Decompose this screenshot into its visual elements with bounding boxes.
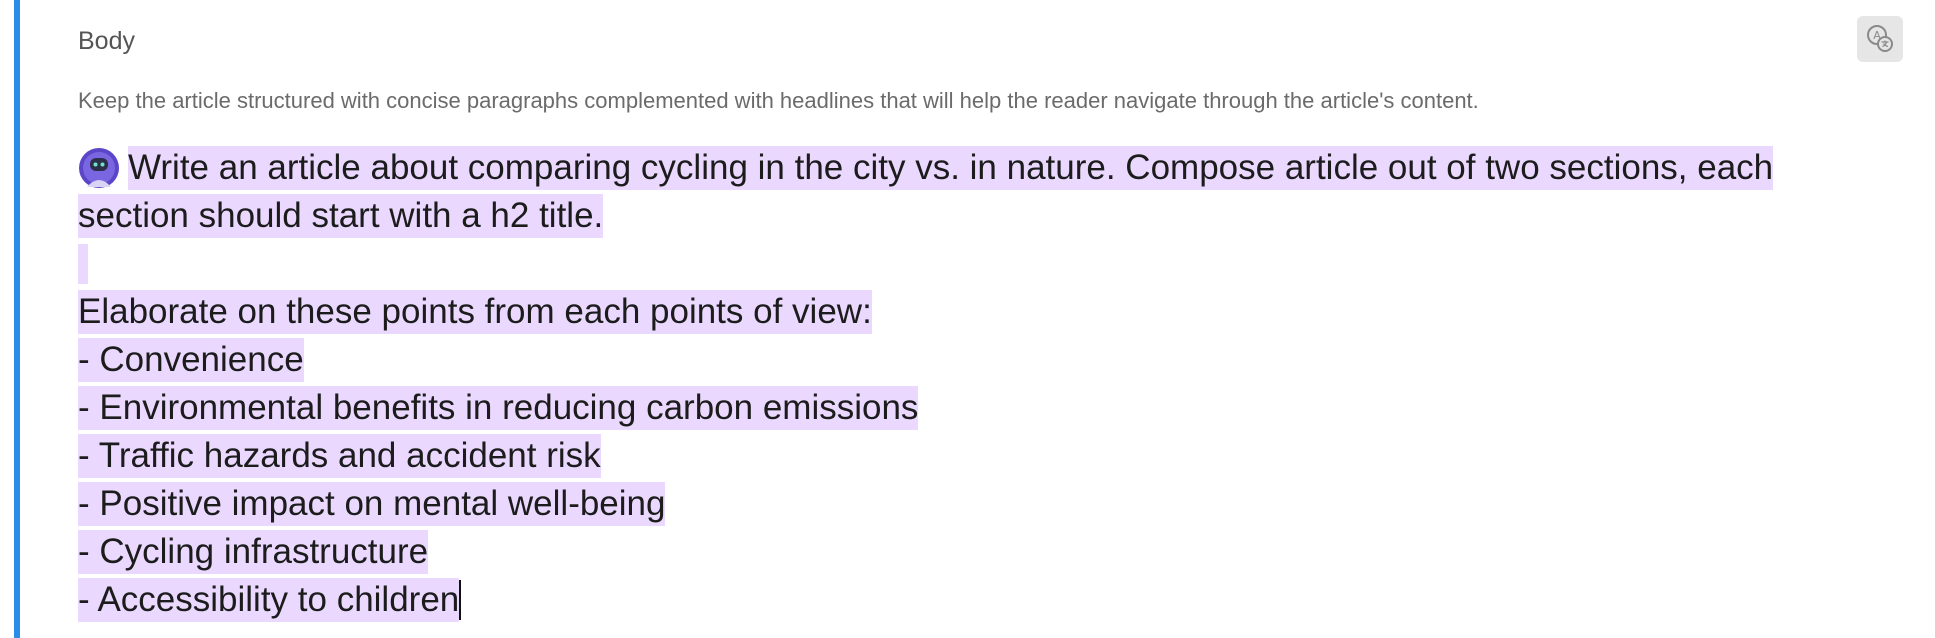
editor-line: Write an article about comparing cycling… bbox=[78, 144, 1908, 192]
translate-icon: A bbox=[1867, 25, 1893, 52]
editor-line: - Traffic hazards and accident risk bbox=[78, 432, 1908, 480]
ai-assistant-avatar-icon bbox=[79, 148, 119, 188]
prompt-list-item: - Convenience bbox=[78, 338, 304, 382]
field-label: Body bbox=[78, 27, 135, 55]
editor-line: - Positive impact on mental well-being bbox=[78, 480, 1908, 528]
translate-button[interactable]: A bbox=[1857, 16, 1903, 62]
prompt-list-item: - Accessibility to children bbox=[78, 578, 460, 622]
editor-line: - Environmental benefits in reducing car… bbox=[78, 384, 1908, 432]
prompt-list-item: - Traffic hazards and accident risk bbox=[78, 434, 601, 478]
editor-line: Elaborate on these points from each poin… bbox=[78, 288, 1908, 336]
prompt-text: Write an article about comparing cycling… bbox=[128, 146, 1774, 190]
body-field: Body A Keep the article structured with … bbox=[0, 0, 1935, 638]
prompt-text-empty-line bbox=[78, 244, 88, 284]
editor-line: section should start with a h2 title. bbox=[78, 192, 1908, 240]
field-help-text: Keep the article structured with concise… bbox=[78, 88, 1479, 113]
editor-line: - Cycling infrastructure bbox=[78, 528, 1908, 576]
body-editor[interactable]: Write an article about comparing cycling… bbox=[78, 144, 1908, 624]
editor-line: - Accessibility to children bbox=[78, 576, 1908, 624]
prompt-list-item: - Positive impact on mental well-being bbox=[78, 482, 666, 526]
prompt-list-item: - Environmental benefits in reducing car… bbox=[78, 386, 919, 430]
editor-line: - Convenience bbox=[78, 336, 1908, 384]
prompt-text: Elaborate on these points from each poin… bbox=[78, 290, 872, 334]
prompt-text: section should start with a h2 title. bbox=[78, 194, 604, 238]
prompt-list-item: - Cycling infrastructure bbox=[78, 530, 429, 574]
editor-line bbox=[78, 240, 1908, 288]
text-cursor bbox=[459, 580, 462, 620]
